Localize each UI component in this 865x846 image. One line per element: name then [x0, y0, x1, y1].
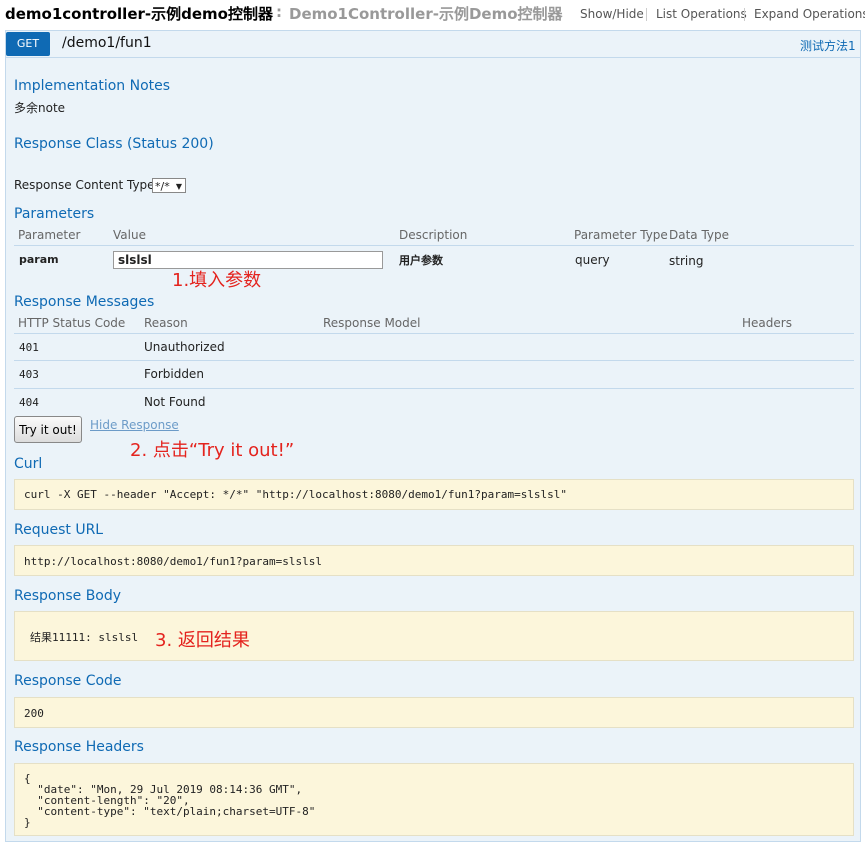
operation-path[interactable]: /demo1/fun1	[62, 35, 152, 51]
response-body-heading: Response Body	[14, 588, 122, 604]
list-operations-link[interactable]: List Operations	[656, 7, 747, 21]
curl-block: curl -X GET --header "Accept: */*" "http…	[14, 479, 854, 510]
param-col-parameter-type: Parameter Type	[574, 228, 668, 242]
hide-response-link[interactable]: Hide Response	[90, 418, 179, 432]
table-row-reason: Not Found	[144, 395, 206, 409]
response-messages-heading: Response Messages	[14, 294, 155, 310]
curl-heading: Curl	[14, 456, 43, 472]
param-type: query	[575, 253, 610, 267]
param-data-type[interactable]: string	[669, 254, 703, 268]
expand-operations-link[interactable]: Expand Operations	[754, 7, 865, 21]
table-divider	[14, 333, 854, 334]
table-divider	[14, 245, 854, 246]
table-divider	[14, 360, 854, 361]
param-col-parameter: Parameter	[18, 228, 81, 242]
table-row-code: 404	[19, 396, 39, 409]
request-url-block: http://localhost:8080/demo1/fun1?param=s…	[14, 545, 854, 576]
resp-col-headers: Headers	[742, 316, 792, 330]
implementation-notes-text: 多余note	[14, 101, 66, 115]
response-headers-block: { "date": "Mon, 29 Jul 2019 08:14:36 GMT…	[14, 763, 854, 836]
resp-col-status-code: HTTP Status Code	[18, 316, 126, 330]
annotation-step2: 2. 点击“Try it out!”	[130, 440, 295, 461]
annotation-step1: 1.填入参数	[172, 270, 262, 291]
try-it-out-button[interactable]: Try it out!	[14, 416, 82, 443]
operation-summary[interactable]: 测试方法1	[800, 37, 856, 54]
link-divider	[744, 8, 745, 21]
response-code-heading: Response Code	[14, 673, 122, 689]
table-divider	[14, 388, 854, 389]
response-body-block: 结果11111: slslsl	[14, 611, 854, 661]
response-headers-text: { "date": "Mon, 29 Jul 2019 08:14:36 GMT…	[24, 772, 316, 829]
response-class-heading: Response Class (Status 200)	[14, 136, 214, 152]
response-content-type-select[interactable]: */* ▼	[152, 178, 186, 193]
implementation-notes-heading: Implementation Notes	[14, 78, 171, 94]
resource-description: Demo1Controller-示例Demo控制器	[289, 5, 563, 23]
request-url-heading: Request URL	[14, 522, 104, 538]
response-body-text: 结果11111: slslsl	[30, 631, 139, 644]
link-divider	[646, 8, 647, 21]
curl-command: curl -X GET --header "Accept: */*" "http…	[24, 488, 568, 501]
table-row-code: 403	[19, 368, 39, 381]
param-col-data-type: Data Type	[669, 228, 730, 242]
param-name: param	[19, 253, 59, 266]
request-url: http://localhost:8080/demo1/fun1?param=s…	[24, 555, 323, 568]
resource-title[interactable]: demo1controller-示例demo控制器	[5, 3, 273, 24]
response-code-block: 200	[14, 697, 854, 728]
parameters-heading: Parameters	[14, 206, 95, 222]
table-row-code: 401	[19, 341, 39, 354]
param-col-value: Value	[113, 228, 146, 242]
resp-col-response-model: Response Model	[323, 316, 421, 330]
param-description: 用户参数	[399, 254, 443, 267]
response-code-value: 200	[24, 707, 44, 720]
table-row-reason: Forbidden	[144, 367, 204, 381]
table-row-reason: Unauthorized	[144, 340, 225, 354]
resp-col-reason: Reason	[144, 316, 188, 330]
annotation-step3: 3. 返回结果	[155, 630, 250, 651]
response-content-type-label: Response Content Type	[14, 178, 155, 192]
chevron-down-icon: ▼	[175, 182, 182, 191]
response-headers-heading: Response Headers	[14, 739, 144, 755]
title-separator: :	[276, 3, 282, 21]
param-col-description: Description	[399, 228, 468, 242]
http-method-badge[interactable]: GET	[6, 32, 50, 56]
show-hide-link[interactable]: Show/Hide	[580, 7, 644, 21]
select-value: */*	[155, 180, 170, 193]
